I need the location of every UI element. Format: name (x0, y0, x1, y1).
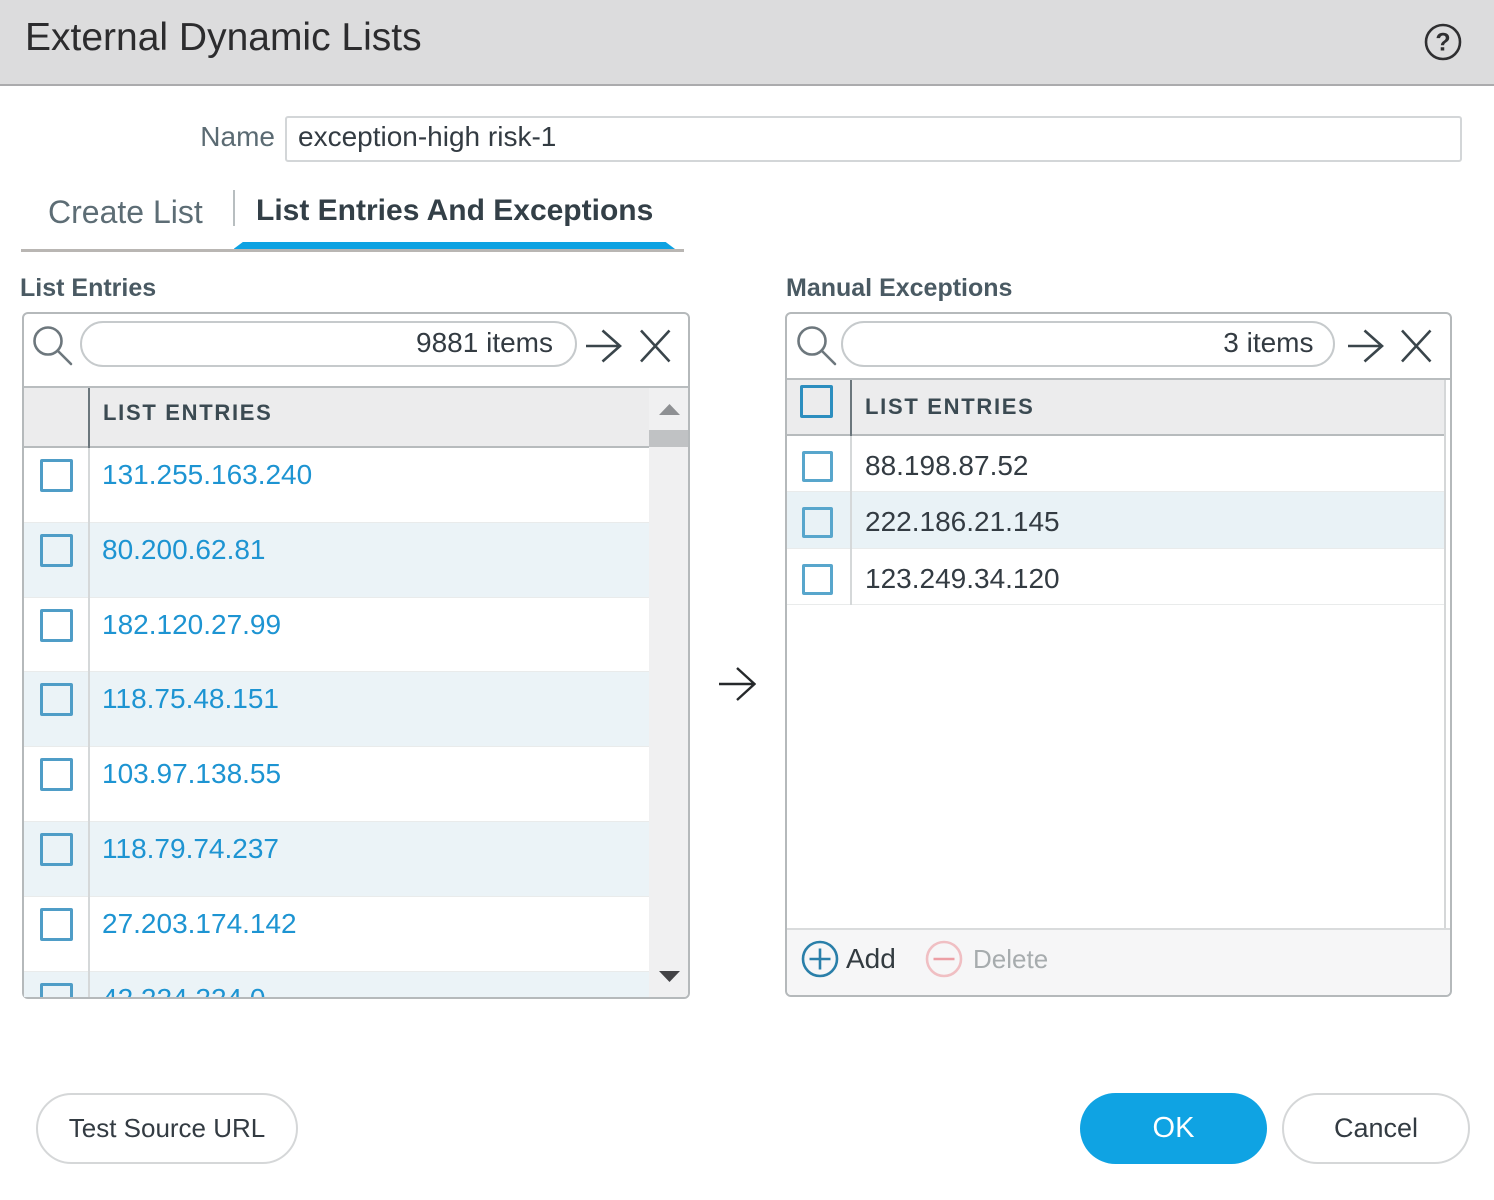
svg-text:?: ? (1435, 29, 1450, 57)
